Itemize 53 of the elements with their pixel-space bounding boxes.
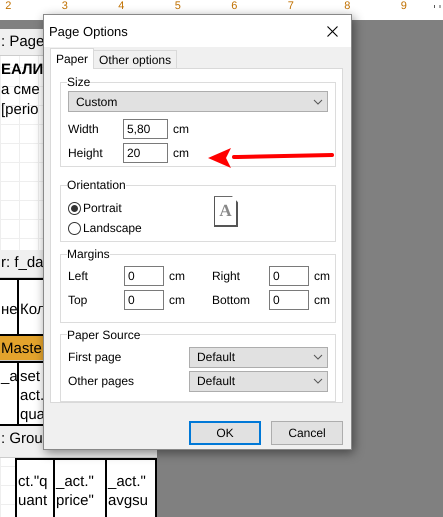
dialog-button[interactable]: Cancel [271, 421, 343, 445]
field-label: First page [68, 350, 122, 364]
unit-label: cm [314, 293, 330, 308]
page-icon: A [214, 196, 238, 228]
ruler-label: 7 [286, 0, 296, 12]
unit-label: cm [314, 269, 330, 284]
ruler-label: 9 [398, 0, 409, 12]
tab[interactable]: Paper [50, 48, 94, 69]
field-label: Top [68, 293, 88, 308]
unit-label: cm [169, 269, 185, 284]
unit-label: cm [173, 122, 189, 136]
chevron-icon [313, 354, 323, 360]
input-field[interactable]: 0 [269, 266, 309, 286]
select-field[interactable]: Default [189, 346, 328, 368]
close-icon [326, 26, 338, 36]
report-text: ЕАЛИ [0, 60, 44, 80]
size-select[interactable]: Custom [68, 91, 328, 112]
chevron-icon [313, 98, 323, 104]
input-field[interactable]: 0 [124, 290, 164, 310]
group-label: Margins [67, 247, 110, 262]
field-label: Bottom [212, 293, 252, 308]
group-label: Size [67, 75, 90, 89]
ruler-label: 5 [172, 0, 183, 12]
unit-label: cm [173, 146, 189, 160]
group-label: Orientation [67, 178, 126, 192]
input-field[interactable]: 20 [123, 143, 168, 163]
window-title: Page Options [49, 24, 128, 38]
dialog-button[interactable]: OK [189, 421, 261, 445]
report-text: а сме [0, 80, 40, 100]
input-field[interactable]: 0 [124, 266, 164, 286]
radio-option[interactable]: Landscape [68, 221, 142, 236]
report-cell[interactable]: ct."q uant [15, 458, 55, 517]
radio-option[interactable]: Portrait [68, 201, 142, 216]
ruler-label: 8 [342, 0, 352, 12]
chevron-icon [313, 378, 323, 384]
report-cell[interactable]: _act." price" [53, 458, 107, 517]
input-field[interactable]: 5,80 [123, 119, 168, 139]
ruler-label: 6 [229, 0, 240, 12]
unit-label: cm [169, 293, 185, 308]
field-label: Left [68, 269, 90, 284]
input-field[interactable]: 0 [269, 290, 309, 310]
ruler-label: 4 [116, 0, 126, 12]
report-cell[interactable]: _act." avgsu [105, 458, 157, 517]
field-label: Width [68, 122, 100, 136]
group-label: Paper Source [67, 328, 140, 342]
report-text: [perio [0, 100, 39, 120]
tab[interactable]: Other options [93, 50, 178, 68]
ruler-label: 3 [60, 0, 70, 12]
field-label: Right [212, 269, 242, 284]
field-label: Height [68, 146, 104, 160]
select-field[interactable]: Default [189, 370, 328, 392]
ruler-label: 2 [3, 0, 14, 12]
field-label: Other pages [68, 374, 136, 388]
